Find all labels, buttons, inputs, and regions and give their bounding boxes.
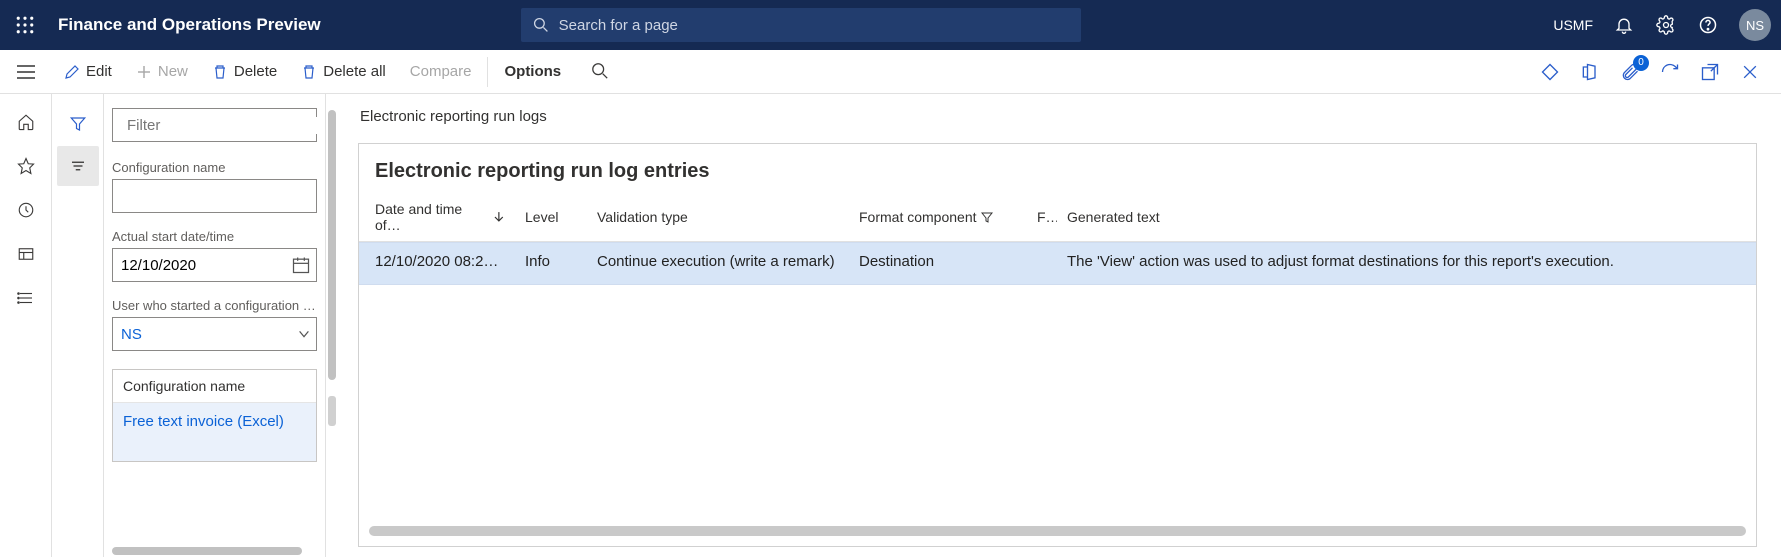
actual-start-input[interactable] [112,248,317,282]
list-filter-icon[interactable] [57,146,99,186]
filter-search-input[interactable] [127,117,326,134]
config-list-item[interactable]: Free text invoice (Excel) [113,403,316,461]
trash-icon [301,64,317,80]
col-datetime[interactable]: Date and time of… [365,197,515,237]
col-generated[interactable]: Generated text [1057,197,1756,237]
office-addin-icon[interactable] [1579,61,1601,83]
horizontal-scrollbar[interactable] [112,547,302,555]
pencil-icon [64,64,80,80]
funnel-filter-icon[interactable] [57,104,99,144]
delete-all-button[interactable]: Delete all [289,50,398,94]
related-info-icon[interactable] [1539,61,1561,83]
cell-f [1027,253,1057,270]
user-select[interactable] [112,317,317,351]
user-label: User who started a configuration run [112,298,317,313]
action-bar: Edit New Delete Delete all Compare Optio… [0,50,1781,94]
nav-recent-icon[interactable] [0,190,52,230]
cell-text: The 'View' action was used to adjust for… [1057,253,1756,270]
search-icon [533,17,549,33]
calendar-icon[interactable] [291,255,311,275]
header-right: USMF NS [1553,9,1771,41]
table-row[interactable]: 12/10/2020 08:2… Info Continue execution… [359,242,1756,285]
cell-component: Destination [849,253,1027,270]
log-entries-card: Electronic reporting run log entries Dat… [358,143,1757,547]
new-button[interactable]: New [124,50,200,94]
card-title: Electronic reporting run log entries [359,144,1756,197]
cell-datetime: 12/10/2020 08:2… [365,253,515,270]
legal-entity[interactable]: USMF [1553,17,1593,33]
chevron-down-icon [297,327,311,341]
nav-workspaces-icon[interactable] [0,234,52,274]
help-icon[interactable] [1697,14,1719,36]
edit-label: Edit [86,63,112,80]
config-list-header[interactable]: Configuration name [113,370,316,403]
global-search[interactable] [521,8,1081,42]
popout-icon[interactable] [1699,61,1721,83]
col-f[interactable]: F… [1027,197,1057,237]
global-header: Finance and Operations Preview USMF NS [0,0,1781,50]
nav-favorites-icon[interactable] [0,146,52,186]
config-name-label: Configuration name [112,160,317,175]
trash-icon [212,64,228,80]
splitter-handle[interactable] [328,396,336,426]
filter-panel: Configuration name Actual start date/tim… [104,94,326,557]
cell-validation: Continue execution (write a remark) [587,253,849,270]
global-search-input[interactable] [559,17,1069,34]
plus-icon [136,64,152,80]
attachments-icon[interactable]: 0 [1619,61,1641,83]
nav-toggle-icon[interactable] [0,50,52,94]
close-icon[interactable] [1739,61,1761,83]
delete-all-label: Delete all [323,63,386,80]
edit-button[interactable]: Edit [52,50,124,94]
compare-button: Compare [398,50,484,94]
panel-scroll [326,94,338,557]
scroll-thumb[interactable] [328,110,336,380]
actual-start-label: Actual start date/time [112,229,317,244]
filter-search[interactable] [112,108,317,142]
breadcrumb: Electronic reporting run logs [360,108,1763,125]
funnel-icon [981,211,993,223]
main-content: Electronic reporting run logs Electronic… [338,94,1781,557]
options-button[interactable]: Options [487,57,577,87]
config-name-input[interactable] [112,179,317,213]
sort-desc-icon [493,211,505,223]
app-launcher-icon[interactable] [10,10,40,40]
attachment-badge: 0 [1633,55,1649,71]
options-label: Options [504,63,561,80]
grid-header: Date and time of… Level Validation type … [359,197,1756,242]
nav-home-icon[interactable] [0,102,52,142]
delete-label: Delete [234,63,277,80]
notifications-icon[interactable] [1613,14,1635,36]
config-list: Configuration name Free text invoice (Ex… [112,369,317,462]
new-label: New [158,63,188,80]
col-level[interactable]: Level [515,197,587,237]
col-validation[interactable]: Validation type [587,197,849,237]
filter-mode-column [52,94,104,557]
cell-level: Info [515,253,587,270]
left-nav-rail [0,94,52,557]
app-title: Finance and Operations Preview [58,15,321,35]
action-search-icon[interactable] [591,62,611,82]
settings-icon[interactable] [1655,14,1677,36]
compare-label: Compare [410,63,472,80]
user-avatar[interactable]: NS [1739,9,1771,41]
refresh-icon[interactable] [1659,61,1681,83]
action-right-icons: 0 [1539,61,1773,83]
nav-modules-icon[interactable] [0,278,52,318]
delete-button[interactable]: Delete [200,50,289,94]
grid-horizontal-scrollbar[interactable] [369,526,1746,536]
col-component[interactable]: Format component [849,197,1027,237]
